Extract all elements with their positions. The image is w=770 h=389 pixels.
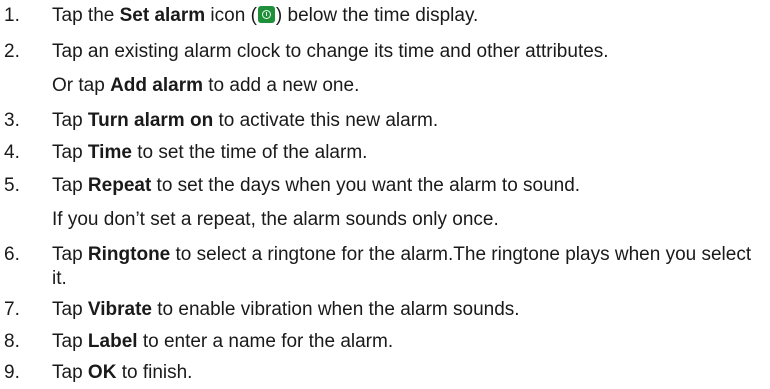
bold-term-add-alarm: Add alarm bbox=[110, 75, 203, 96]
step-text: Tap Turn alarm on to activate this new a… bbox=[52, 109, 764, 133]
step-text: Tap Label to enter a name for the alarm. bbox=[52, 330, 764, 354]
instructions-document: 1. Tap the Set alarm icon ( ) below the t… bbox=[0, 0, 770, 389]
step-number: 7. bbox=[4, 299, 20, 320]
step-text: Tap Vibrate to enable vibration when the… bbox=[52, 298, 764, 322]
step-number: 2. bbox=[4, 41, 20, 62]
text-segment: Tap bbox=[52, 142, 88, 163]
text-segment: Tap bbox=[52, 110, 88, 131]
text-segment: Tap bbox=[52, 331, 88, 352]
bold-term-vibrate: Vibrate bbox=[87, 299, 152, 320]
step-number: 6. bbox=[4, 244, 20, 265]
step-number: 3. bbox=[4, 110, 20, 131]
text-segment: If you don’t set a repeat, the alarm sou… bbox=[52, 209, 499, 230]
bold-term-time: Time bbox=[87, 142, 132, 163]
text-segment: Tap bbox=[52, 244, 88, 265]
bold-term-repeat: Repeat bbox=[87, 175, 152, 196]
step-number: 1. bbox=[4, 5, 20, 26]
text-segment: Tap an existing alarm clock to change it… bbox=[52, 41, 609, 62]
step-text: Tap OK to finish. bbox=[52, 361, 764, 385]
step-number: 9. bbox=[4, 362, 20, 383]
alarm-clock-icon bbox=[257, 6, 275, 23]
text-segment: to enter a name for the alarm. bbox=[137, 331, 394, 352]
text-segment: to activate this new alarm. bbox=[213, 110, 439, 131]
text-segment: to add a new one. bbox=[203, 75, 360, 96]
text-segment: to finish. bbox=[116, 362, 193, 383]
text-segment: ) below the time display. bbox=[275, 5, 479, 26]
text-segment: icon ( bbox=[205, 5, 257, 26]
text-segment: Or tap bbox=[52, 75, 111, 96]
bold-term-ringtone: Ringtone bbox=[87, 244, 171, 265]
step-text: Tap Ringtone to select a ringtone for th… bbox=[52, 243, 764, 291]
bold-term-turn-alarm-on: Turn alarm on bbox=[87, 110, 214, 131]
step-text: Tap Time to set the time of the alarm. bbox=[52, 141, 764, 165]
text-segment: Tap bbox=[52, 362, 88, 383]
step-5-note: If you don’t set a repeat, the alarm sou… bbox=[52, 208, 764, 232]
step-text: Tap Repeat to set the days when you want… bbox=[52, 174, 764, 198]
step-text: Tap an existing alarm clock to change it… bbox=[52, 40, 764, 64]
text-segment: to set the days when you want the alarm … bbox=[151, 175, 581, 196]
step-2-note: Or tap Add alarm to add a new one. bbox=[52, 74, 764, 98]
text-segment: to enable vibration when the alarm sound… bbox=[152, 299, 520, 320]
bold-term-label: Label bbox=[87, 331, 138, 352]
step-number: 5. bbox=[4, 175, 20, 196]
text-segment: Tap bbox=[52, 175, 88, 196]
bold-term-ok: OK bbox=[87, 362, 117, 383]
text-segment: Tap bbox=[52, 299, 88, 320]
step-number: 8. bbox=[4, 331, 20, 352]
text-segment: to set the time of the alarm. bbox=[131, 142, 368, 163]
bold-term-set-alarm: Set alarm bbox=[119, 5, 206, 26]
text-segment: Tap the bbox=[52, 5, 120, 26]
step-text: Tap the Set alarm icon ( ) below the time… bbox=[52, 4, 764, 28]
step-number: 4. bbox=[4, 142, 20, 163]
